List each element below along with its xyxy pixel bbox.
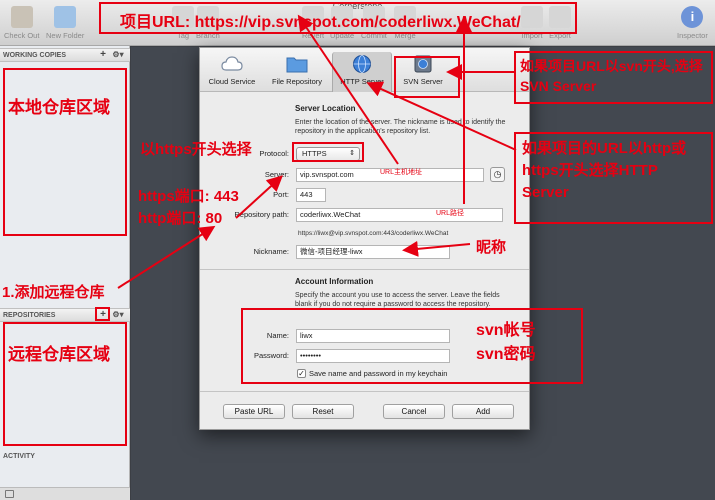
svn-tab-highlight-box — [394, 56, 460, 98]
nickname-annotation: 昵称 — [476, 239, 507, 256]
info-icon: i — [681, 6, 704, 28]
folder-icon — [286, 57, 308, 73]
new-folder-icon — [54, 6, 77, 28]
new-folder-button[interactable]: New Folder — [46, 6, 84, 40]
host-hint-annotation: URL主机地址 — [380, 169, 423, 176]
repository-path-input[interactable]: coderliwx.WeChat — [296, 208, 503, 222]
check-out-button[interactable]: Check Out — [4, 6, 39, 40]
reset-button[interactable]: Reset — [292, 404, 354, 419]
svn-account-annotation: svn帐号 — [476, 322, 536, 339]
account-information-title: Account Information — [295, 277, 374, 286]
svn-password-annotation: svn密码 — [476, 346, 536, 363]
server-location-description: Enter the location of the server. The ni… — [295, 119, 506, 135]
protocol-highlight-box — [292, 142, 364, 162]
paste-url-button[interactable]: Paste URL — [223, 404, 285, 419]
http-hint-annotation: 如果项目的URL以http或https开头选择HTTP Server — [522, 140, 687, 201]
repositories-gear-icon[interactable]: ⚙▾ — [110, 309, 126, 321]
globe-icon — [353, 55, 371, 73]
path-hint-annotation: URL路径 — [436, 210, 465, 217]
cloud-icon — [221, 56, 243, 71]
dialog-tabbar: Cloud Service File Repository HTTP Serve… — [200, 48, 529, 92]
svn-hint-annotation: 如果项目URL以svn开头,选择SVN Server — [520, 58, 703, 94]
sidebar-bottom-bar — [0, 487, 130, 500]
check-out-icon — [10, 6, 33, 28]
https-port-annotation: https端口: 443 — [138, 188, 239, 205]
tab-http-server[interactable]: HTTP Server — [332, 52, 392, 92]
server-label: Server: — [264, 170, 289, 179]
remote-area-annotation: 远程仓库区域 — [8, 345, 110, 364]
inspector-button[interactable]: i Inspector — [677, 6, 708, 40]
http-port-annotation: http端口: 80 — [138, 210, 223, 227]
footer-divider — [200, 391, 529, 392]
repositories-header: REPOSITORIES + ⚙▾ — [0, 308, 130, 322]
url-annotation: 项目URL: https://vip.svnspot.com/coderliwx… — [120, 14, 521, 31]
server-location-title: Server Location — [295, 104, 356, 113]
add-button[interactable]: Add — [452, 404, 514, 419]
https-select-annotation: 以https开头选择 — [140, 141, 252, 158]
add-remote-annotation: 1.添加远程仓库 — [2, 284, 105, 301]
tab-cloud-service[interactable]: Cloud Service — [203, 52, 261, 92]
working-copies-header: WORKING COPIES + ⚙▾ — [0, 48, 130, 62]
add-remote-highlight-box — [95, 307, 110, 321]
add-working-copy-button[interactable]: + — [96, 49, 110, 61]
nickname-label: Nickname: — [253, 247, 289, 256]
account-description: Specify the account you use to access th… — [295, 292, 500, 308]
working-copies-gear-icon[interactable]: ⚙▾ — [110, 49, 126, 61]
tab-file-repository[interactable]: File Repository — [264, 52, 330, 92]
port-input[interactable]: 443 — [296, 188, 326, 202]
activity-header: ACTIVITY — [3, 453, 35, 460]
sidebar-toggle-icon[interactable] — [5, 490, 14, 498]
divider — [200, 269, 529, 270]
server-history-clock-icon[interactable]: ◷ — [490, 167, 505, 182]
nickname-input[interactable]: 微信-项目经理-liwx — [296, 245, 450, 259]
repository-path-label: Repository path: — [234, 210, 289, 219]
local-area-annotation: 本地仓库区域 — [8, 98, 110, 117]
cancel-button[interactable]: Cancel — [383, 404, 445, 419]
